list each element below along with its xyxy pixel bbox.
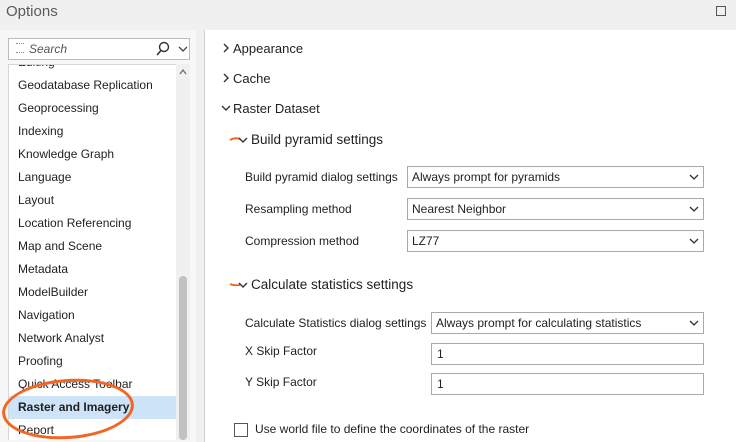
section-label: Cache xyxy=(233,71,271,86)
chevron-down-icon[interactable] xyxy=(177,42,189,56)
list-item[interactable]: ModelBuilder xyxy=(9,281,176,304)
chevron-right-icon xyxy=(223,73,229,83)
list-item[interactable]: Navigation xyxy=(9,304,176,327)
list-item[interactable]: Layout xyxy=(9,189,176,212)
section-label: Raster Dataset xyxy=(233,101,320,116)
scrollbar-thumb[interactable] xyxy=(179,276,187,440)
list-item[interactable]: Editing xyxy=(9,65,176,74)
chevron-down-icon xyxy=(689,238,699,244)
list-item[interactable]: Network Analyst xyxy=(9,327,176,350)
list-item-selected[interactable]: Raster and Imagery xyxy=(9,396,176,419)
list-item[interactable]: Language xyxy=(9,166,176,189)
y-skip-factor-label: Y Skip Factor xyxy=(245,375,317,389)
list-item[interactable]: Proofing xyxy=(9,350,176,373)
chevron-down-icon xyxy=(689,174,699,180)
section-label: Appearance xyxy=(233,41,304,56)
y-skip-factor-input[interactable]: 1 xyxy=(431,373,704,395)
chevron-down-icon xyxy=(689,320,699,326)
search-grip-icon xyxy=(16,43,24,53)
world-file-label: Use world file to define the coordinates… xyxy=(255,422,530,436)
list-item[interactable]: Indexing xyxy=(9,120,176,143)
list-scrollbar[interactable] xyxy=(176,64,190,440)
list-item[interactable]: Report xyxy=(9,419,176,440)
scroll-up-arrow-icon[interactable] xyxy=(179,68,187,76)
subsection-heading: Build pyramid settings xyxy=(251,132,384,147)
input-value: 1 xyxy=(437,377,444,391)
list-item[interactable]: Geodatabase Replication xyxy=(9,74,176,97)
list-item[interactable]: Geoprocessing xyxy=(9,97,176,120)
select-value: Always prompt for calculating statistics xyxy=(436,316,642,330)
statistics-dialog-select[interactable]: Always prompt for calculating statistics xyxy=(431,312,704,334)
list-item[interactable]: Location Referencing xyxy=(9,212,176,235)
pane-divider xyxy=(196,30,204,442)
options-category-list: Editing Geodatabase Replication Geoproce… xyxy=(8,64,176,440)
options-nav-pane: Search Editing Geodatabase Replication G… xyxy=(0,30,196,442)
select-value: Always prompt for pyramids xyxy=(412,170,561,184)
x-skip-factor-input[interactable]: 1 xyxy=(431,343,704,365)
select-value: LZ77 xyxy=(412,234,440,248)
title-bar: Options xyxy=(0,0,736,30)
list-item[interactable]: Quick Access Toolbar xyxy=(9,373,176,396)
world-file-checkbox[interactable] xyxy=(234,423,248,437)
subsection-heading: Calculate statistics settings xyxy=(251,277,414,292)
statistics-dialog-label: Calculate Statistics dialog settings xyxy=(245,316,427,330)
list-item[interactable]: Map and Scene xyxy=(9,235,176,258)
select-value: Nearest Neighbor xyxy=(412,202,507,216)
x-skip-factor-label: X Skip Factor xyxy=(245,344,318,358)
search-icon[interactable] xyxy=(155,41,171,57)
list-item[interactable]: Knowledge Graph xyxy=(9,143,176,166)
input-value: 1 xyxy=(437,347,444,361)
resampling-method-select[interactable]: Nearest Neighbor xyxy=(407,198,704,220)
search-placeholder: Search xyxy=(29,42,68,56)
resampling-method-label: Resampling method xyxy=(245,202,352,216)
chevron-down-icon xyxy=(689,206,699,212)
chevron-down-icon xyxy=(238,282,248,288)
options-content-pane: Appearance Cache Raster Dataset Build py… xyxy=(204,30,736,442)
compression-method-select[interactable]: LZ77 xyxy=(407,230,704,252)
chevron-down-icon xyxy=(221,105,231,111)
chevron-down-icon xyxy=(238,137,248,143)
chevron-right-icon xyxy=(223,43,229,53)
list-item[interactable]: Metadata xyxy=(9,258,176,281)
compression-method-label: Compression method xyxy=(245,234,360,248)
search-input[interactable]: Search xyxy=(8,38,190,60)
pyramid-dialog-select[interactable]: Always prompt for pyramids xyxy=(407,166,704,188)
pyramid-dialog-label: Build pyramid dialog settings xyxy=(245,170,398,184)
window-title: Options xyxy=(6,3,58,20)
maximize-icon[interactable] xyxy=(716,6,726,16)
